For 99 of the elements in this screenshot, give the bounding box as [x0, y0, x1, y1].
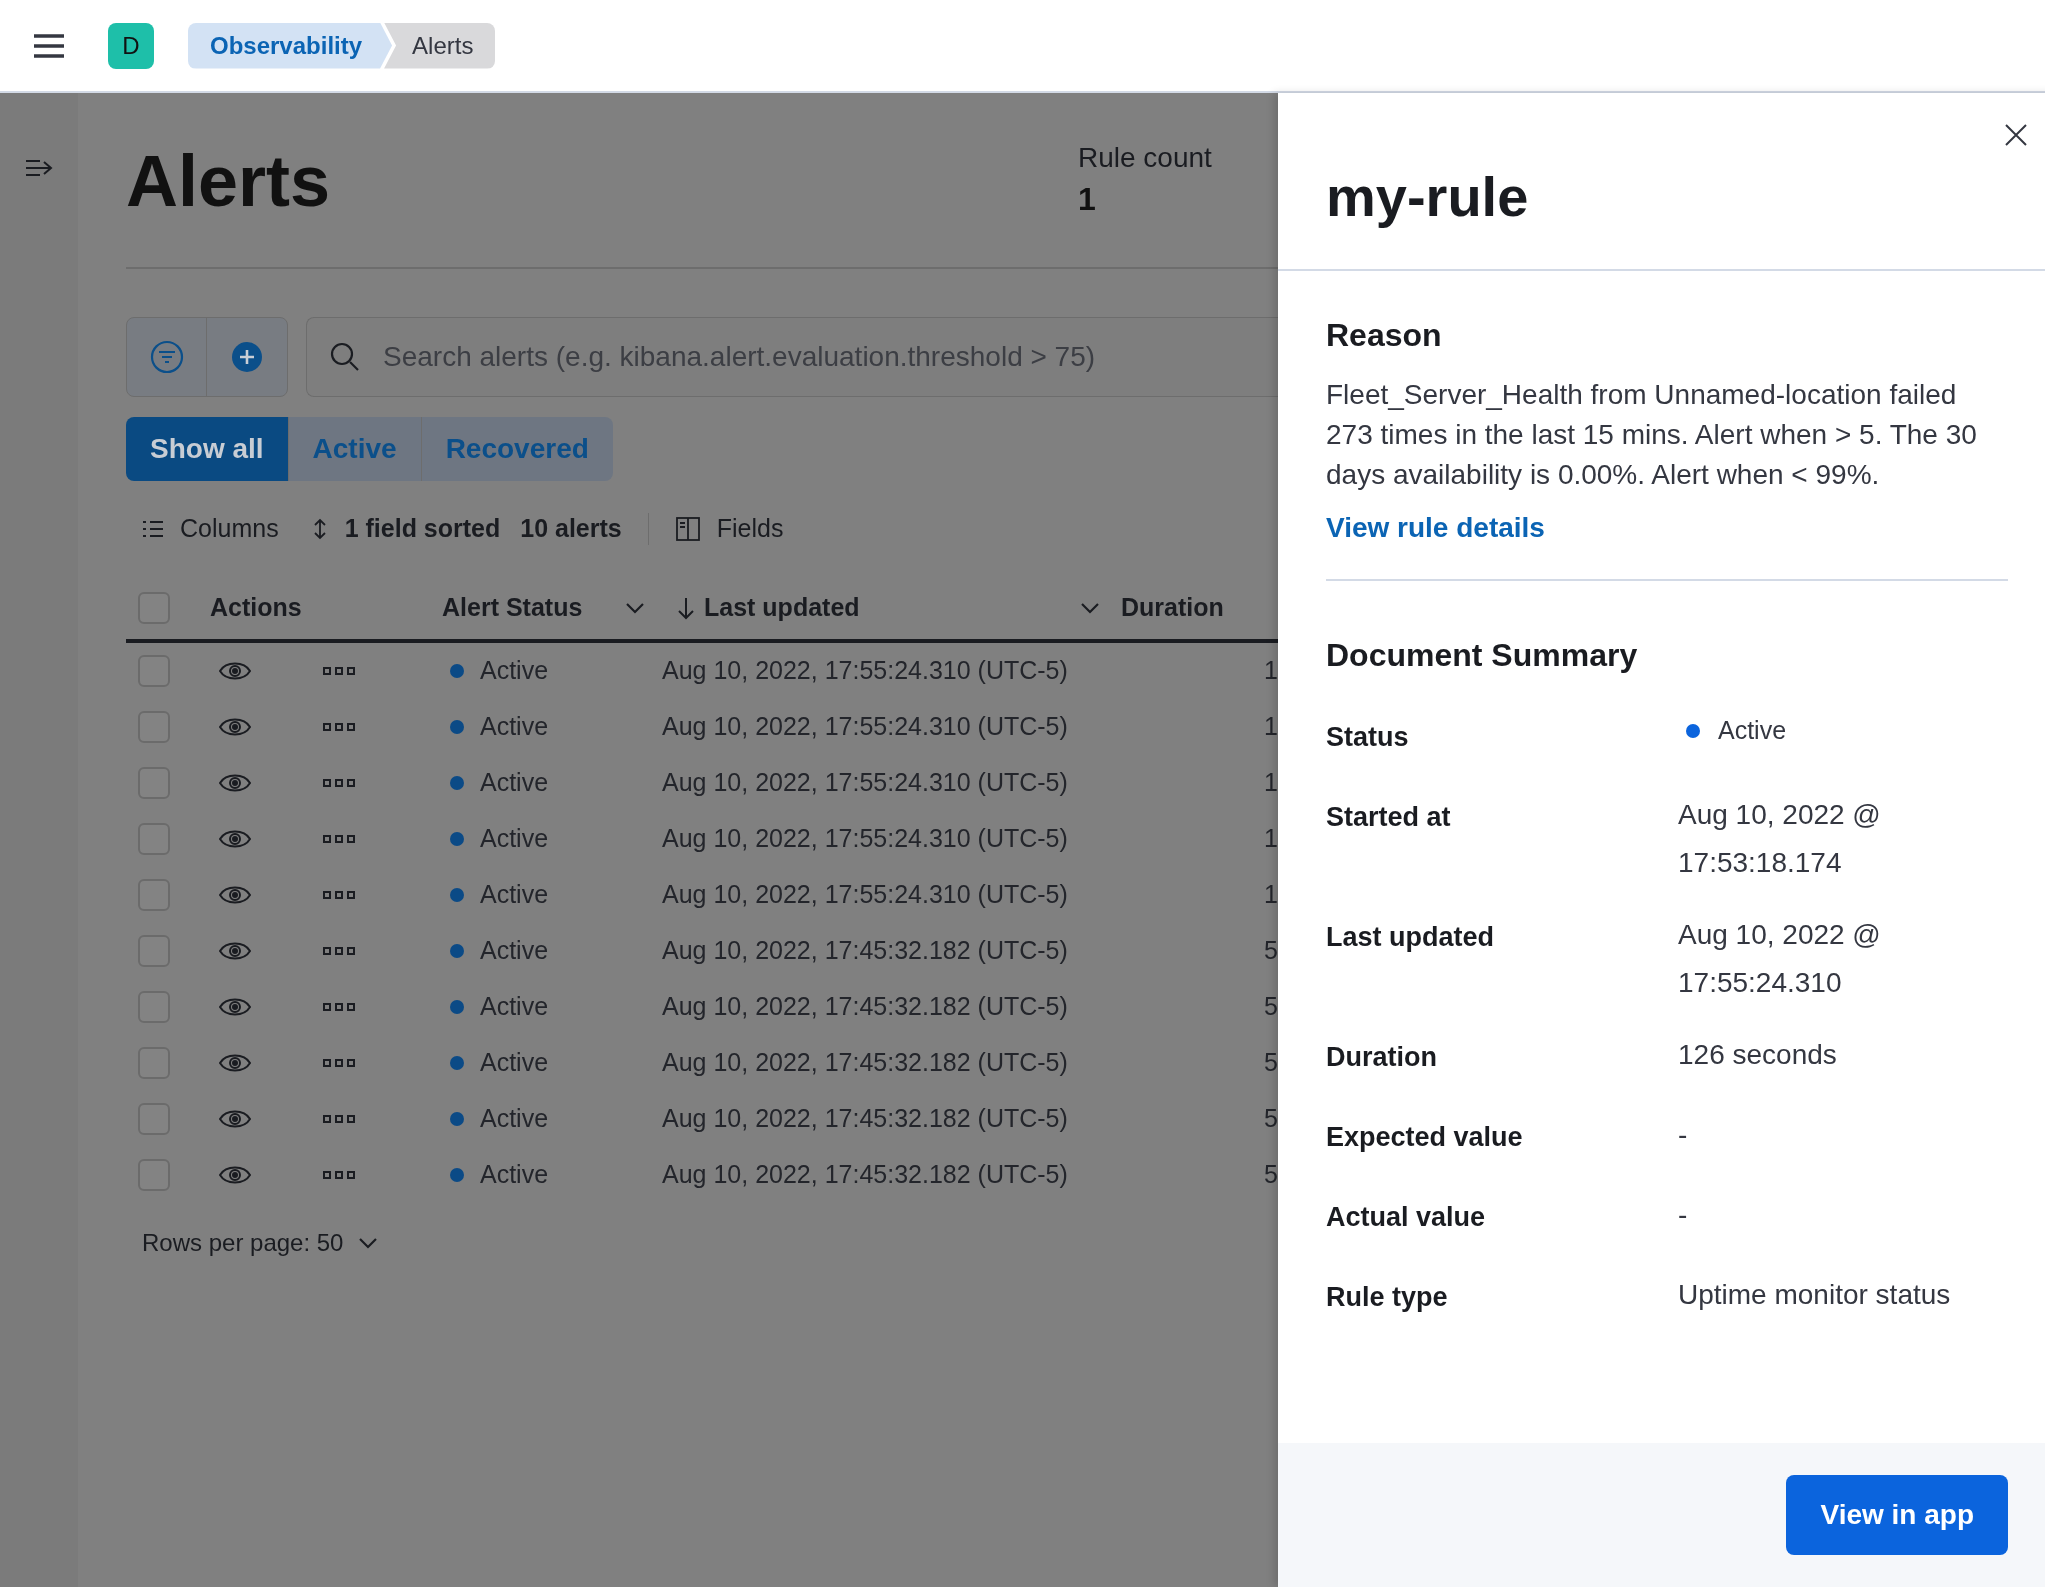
sort-arrow-icon: [676, 596, 696, 620]
status-text: Active: [480, 711, 549, 743]
row-checkbox[interactable]: [138, 767, 170, 799]
row-checkbox[interactable]: [138, 935, 170, 967]
fields-button[interactable]: Fields: [674, 510, 784, 548]
table-cell-text: Aug 10, 2022, 17:45:32.182 (UTC-5): [662, 1103, 1069, 1135]
table-cell-text: 1: [1264, 711, 1278, 743]
chevron-down-icon[interactable]: [624, 601, 646, 615]
list-icon: [142, 519, 164, 539]
row-checkbox[interactable]: [138, 592, 170, 624]
flyout-title: my-rule: [1326, 164, 1529, 230]
status-text: Active: [480, 823, 549, 855]
columns-button[interactable]: Columns: [142, 510, 279, 548]
field-label: Rule type: [1326, 1281, 1449, 1314]
more-icon[interactable]: [322, 833, 356, 845]
row-checkbox[interactable]: [138, 879, 170, 911]
field-label: Status: [1326, 721, 1410, 754]
row-checkbox[interactable]: [138, 1047, 170, 1079]
more-icon[interactable]: [322, 1169, 356, 1181]
table-cell-text: Aug 10, 2022, 17:45:32.182 (UTC-5): [662, 1159, 1069, 1191]
breadcrumb[interactable]: Observability: [188, 22, 393, 69]
close-icon[interactable]: [2004, 123, 2028, 147]
status-text: Active: [480, 879, 549, 911]
table-cell-text: 5: [1264, 1103, 1278, 1135]
table-cell-text: Aug 10, 2022, 17:55:24.310 (UTC-5): [662, 823, 1069, 855]
status-text: Active: [480, 1047, 549, 1079]
field-value: Aug 10, 2022 @ 17:53:18.174: [1678, 798, 1882, 880]
breadcrumb[interactable]: Alerts: [384, 22, 496, 69]
table-cell-text: 5: [1264, 1159, 1278, 1191]
field-label: Expected value: [1326, 1121, 1524, 1154]
search-icon: [329, 341, 361, 373]
status-text: Active: [480, 1103, 549, 1135]
status-text: Active: [480, 767, 549, 799]
page-title: Alerts: [126, 145, 331, 217]
sort-button[interactable]: 1 field sorted: [310, 510, 501, 548]
field-value: -: [1678, 1118, 1689, 1152]
more-icon[interactable]: [322, 777, 356, 789]
row-checkbox[interactable]: [138, 655, 170, 687]
table-cell-text: 1: [1264, 767, 1278, 799]
stat-label: Rule count: [1078, 141, 1212, 175]
status-text: Active: [480, 935, 549, 967]
field-label: Started at: [1326, 801, 1452, 834]
field-value: 126 seconds: [1678, 1038, 1838, 1072]
column-header[interactable]: Duration: [1121, 589, 1278, 627]
table-cell-text: Aug 10, 2022, 17:55:24.310 (UTC-5): [662, 879, 1069, 911]
field-value: Aug 10, 2022 @ 17:55:24.310: [1678, 918, 1882, 1000]
status-text: Active: [480, 655, 549, 687]
field-label: Duration: [1326, 1041, 1438, 1074]
view-in-app-button[interactable]: View in app: [1786, 1475, 2008, 1555]
field-label: Actual value: [1326, 1201, 1487, 1234]
chevron-down-icon[interactable]: [1079, 601, 1101, 615]
table-cell-text: 1: [1264, 823, 1278, 855]
more-icon[interactable]: [322, 945, 356, 957]
menu-icon[interactable]: [32, 32, 66, 59]
search-field[interactable]: Search alerts (e.g. kibana.alert.evaluation.threshold > 75): [306, 317, 1278, 397]
table-cell-text: Aug 10, 2022, 17:55:24.310 (UTC-5): [662, 767, 1069, 799]
rows-per-page-button[interactable]: Rows per page: 50: [142, 1225, 380, 1261]
row-checkbox[interactable]: [138, 1103, 170, 1135]
row-checkbox[interactable]: [138, 991, 170, 1023]
status-text: Active: [480, 1159, 549, 1191]
table-cell-text: Aug 10, 2022, 17:55:24.310 (UTC-5): [662, 711, 1069, 743]
stat-value: 1: [1078, 180, 1097, 219]
section-heading: Reason: [1326, 316, 1443, 355]
alert-count: 10 alerts: [520, 513, 622, 545]
fields-icon: [674, 516, 701, 542]
chevron-down-icon[interactable]: [357, 1236, 380, 1250]
row-checkbox[interactable]: [138, 823, 170, 855]
field-value: Uptime monitor status: [1678, 1278, 1952, 1312]
table-cell-text: 5: [1264, 1047, 1278, 1079]
table-cell-text: Aug 10, 2022, 17:55:24.310 (UTC-5): [662, 655, 1069, 687]
table-cell-text: 5: [1264, 991, 1278, 1023]
table-cell-text: Aug 10, 2022, 17:45:32.182 (UTC-5): [662, 1047, 1069, 1079]
table-cell-text: Aug 10, 2022, 17:45:32.182 (UTC-5): [662, 935, 1069, 967]
column-header[interactable]: Last updated: [704, 589, 1079, 627]
filter-tab[interactable]: Show all: [126, 417, 289, 481]
table-cell-text: 1: [1264, 655, 1278, 687]
row-checkbox[interactable]: [138, 711, 170, 743]
expand-icon[interactable]: [24, 157, 54, 179]
column-header[interactable]: Actions: [196, 589, 442, 627]
more-icon[interactable]: [322, 889, 356, 901]
table-cell-text: Aug 10, 2022, 17:45:32.182 (UTC-5): [662, 991, 1069, 1023]
more-icon[interactable]: [322, 1113, 356, 1125]
more-icon[interactable]: [322, 1057, 356, 1069]
section-heading: Document Summary: [1326, 636, 1639, 675]
table-cell-text: 1: [1264, 879, 1278, 911]
row-checkbox[interactable]: [138, 1159, 170, 1191]
more-icon[interactable]: [322, 1001, 356, 1013]
reason-text: Fleet_Server_Health from Unnamed-location failed 273 times in the last 15 mins. Alert when > 5. The 30 days availability is 0.00%. Alert when < 99%.: [1326, 378, 1978, 492]
field-value: Active: [1718, 715, 1787, 747]
more-icon[interactable]: [322, 665, 356, 677]
status-text: Active: [480, 991, 549, 1023]
column-header[interactable]: Alert Status: [442, 589, 583, 627]
rule-details-link[interactable]: View rule details: [1326, 507, 2008, 549]
field-label: Last updated: [1326, 921, 1495, 954]
search-input[interactable]: Search alerts (e.g. kibana.alert.evaluation.threshold > 75): [383, 336, 1278, 378]
table-cell-text: 5: [1264, 935, 1278, 967]
field-value: -: [1678, 1198, 1689, 1232]
user-avatar[interactable]: D: [108, 22, 154, 69]
more-icon[interactable]: [322, 721, 356, 733]
